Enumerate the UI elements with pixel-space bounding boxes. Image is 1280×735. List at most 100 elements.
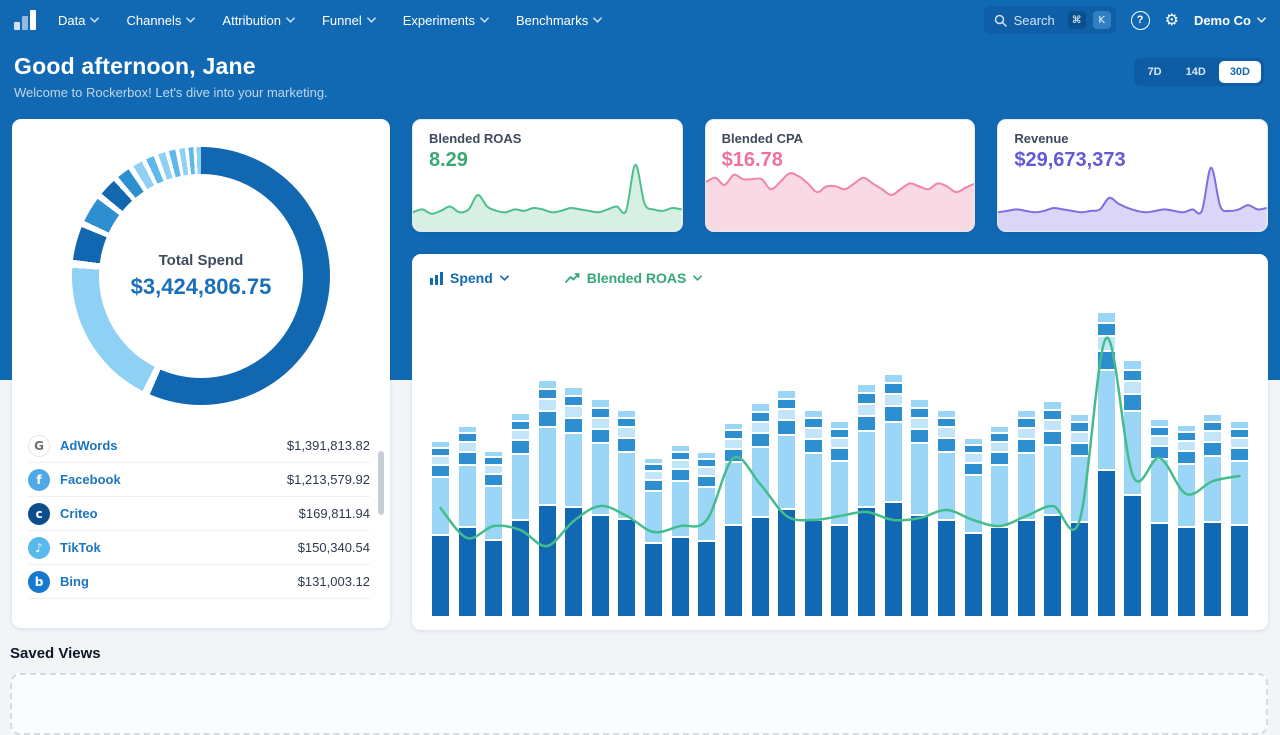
stacked-bar[interactable] [751, 404, 769, 616]
scrollbar[interactable] [378, 451, 384, 515]
saved-views-empty-dropzone[interactable] [10, 673, 1268, 735]
bar-segment [1044, 411, 1062, 419]
nav-item-experiments[interactable]: Experiments [403, 13, 489, 28]
spend-donut-chart[interactable]: Total Spend $3,424,806.75 [72, 147, 330, 405]
stacked-bar[interactable] [804, 411, 822, 616]
range-button-30d[interactable]: 30D [1218, 61, 1261, 83]
stacked-bar[interactable] [618, 411, 636, 616]
bar-segment [1177, 433, 1195, 440]
bar-segment [1071, 423, 1088, 431]
bar-segment [804, 419, 822, 427]
bar-segment [618, 439, 636, 451]
stacked-bar[interactable] [964, 439, 982, 616]
bar-segment [485, 541, 503, 616]
stacked-bar[interactable] [591, 400, 609, 616]
bar-segment [671, 453, 689, 459]
stacked-bar[interactable] [1017, 411, 1035, 616]
stacked-bar[interactable] [458, 427, 476, 616]
stacked-bar[interactable] [645, 459, 662, 616]
channel-name[interactable]: Criteo [60, 506, 289, 521]
rockerbox-logo-icon[interactable] [14, 10, 36, 30]
channel-name[interactable]: TikTok [60, 540, 288, 555]
chevron-down-icon [693, 275, 703, 281]
bar-segment [671, 470, 689, 480]
nav-item-label: Channels [126, 12, 182, 28]
range-button-14d[interactable]: 14D [1175, 61, 1217, 83]
search-input[interactable]: Search ⌘ K [983, 6, 1116, 34]
stacked-bar[interactable] [432, 442, 449, 616]
nav-item-channels[interactable]: Channels [126, 12, 196, 28]
stacked-bar[interactable] [511, 414, 529, 616]
bar-segment [937, 419, 955, 426]
bar-segment [911, 430, 929, 442]
bar-segment [591, 444, 609, 514]
channel-name[interactable]: Facebook [60, 472, 277, 487]
bar-segment [698, 453, 716, 458]
nav-item-data[interactable]: Data [58, 13, 100, 28]
stacked-bar[interactable] [1177, 426, 1195, 616]
channel-name[interactable]: Bing [60, 574, 288, 589]
bar-segment [1177, 528, 1195, 616]
metric-selector-spend[interactable]: Spend [430, 270, 509, 286]
chevron-down-icon [286, 17, 295, 23]
bar-segment [1044, 516, 1062, 616]
bar-segment [432, 442, 449, 447]
bar-segment [884, 395, 902, 405]
bar-segment [565, 419, 583, 432]
metric-selector-blended-roas[interactable]: Blended ROAS [564, 270, 703, 286]
stacked-bar[interactable] [724, 424, 742, 616]
stacked-bar[interactable] [485, 452, 503, 616]
bar-segment [645, 492, 662, 542]
bar-segment [1071, 457, 1088, 521]
bar-segment [991, 466, 1009, 526]
nav-items: Data Channels Attribution Funnel Experiments… [58, 12, 603, 28]
stacked-bar[interactable] [858, 385, 875, 616]
bar-segment [1097, 313, 1115, 322]
bar-segment [1044, 446, 1062, 514]
channel-row-criteo[interactable]: c Criteo $169,811.94 [28, 497, 370, 531]
stacked-bar[interactable] [937, 411, 955, 616]
org-switcher[interactable]: Demo Co [1194, 13, 1266, 28]
stacked-bar[interactable] [911, 400, 929, 616]
bar-segment [1071, 415, 1088, 421]
nav-item-benchmarks[interactable]: Benchmarks [516, 13, 603, 28]
stacked-bar[interactable] [991, 427, 1009, 616]
stacked-bar[interactable] [565, 388, 583, 616]
stacked-bar[interactable] [538, 381, 556, 616]
channel-row-facebook[interactable]: f Facebook $1,213,579.92 [28, 463, 370, 497]
bar-segment [538, 506, 556, 616]
nav-item-funnel[interactable]: Funnel [322, 13, 376, 28]
channel-row-adwords[interactable]: G AdWords $1,391,813.82 [28, 429, 370, 463]
range-button-7d[interactable]: 7D [1137, 61, 1173, 83]
stacked-bar[interactable] [671, 446, 689, 616]
stacked-bar[interactable] [831, 422, 849, 616]
bar-segment [565, 508, 583, 616]
stacked-bar[interactable] [1124, 361, 1142, 616]
stacked-bar[interactable] [1044, 402, 1062, 616]
channel-name[interactable]: AdWords [60, 438, 277, 453]
stat-card-title: Blended ROAS [429, 131, 522, 146]
bar-segment [591, 516, 609, 616]
stacked-bar[interactable] [698, 453, 716, 616]
bar-segment [1044, 402, 1062, 409]
bar-segment [432, 449, 449, 455]
sparkline-chart [705, 159, 975, 231]
nav-item-attribution[interactable]: Attribution [222, 13, 295, 28]
channel-row-tiktok[interactable]: ♪ TikTok $150,340.54 [28, 531, 370, 565]
channel-row-bing[interactable]: b Bing $131,003.12 [28, 565, 370, 599]
stacked-bar[interactable] [1150, 420, 1168, 616]
gear-icon[interactable]: ⚙ [1165, 12, 1179, 28]
stacked-bar[interactable] [1204, 415, 1222, 616]
stacked-bar[interactable] [778, 391, 796, 616]
bar-segment [591, 419, 609, 428]
bar-segment [804, 454, 822, 519]
channel-spend-value: $1,391,813.82 [286, 438, 370, 453]
stacked-bar[interactable] [1097, 313, 1115, 616]
stacked-bar[interactable] [884, 375, 902, 616]
chevron-down-icon [186, 17, 196, 23]
bar-segment [858, 394, 875, 403]
stacked-bar[interactable] [1071, 415, 1088, 616]
stacked-bar[interactable] [1230, 422, 1248, 616]
bar-segment [458, 466, 476, 526]
help-icon[interactable]: ? [1130, 10, 1150, 30]
